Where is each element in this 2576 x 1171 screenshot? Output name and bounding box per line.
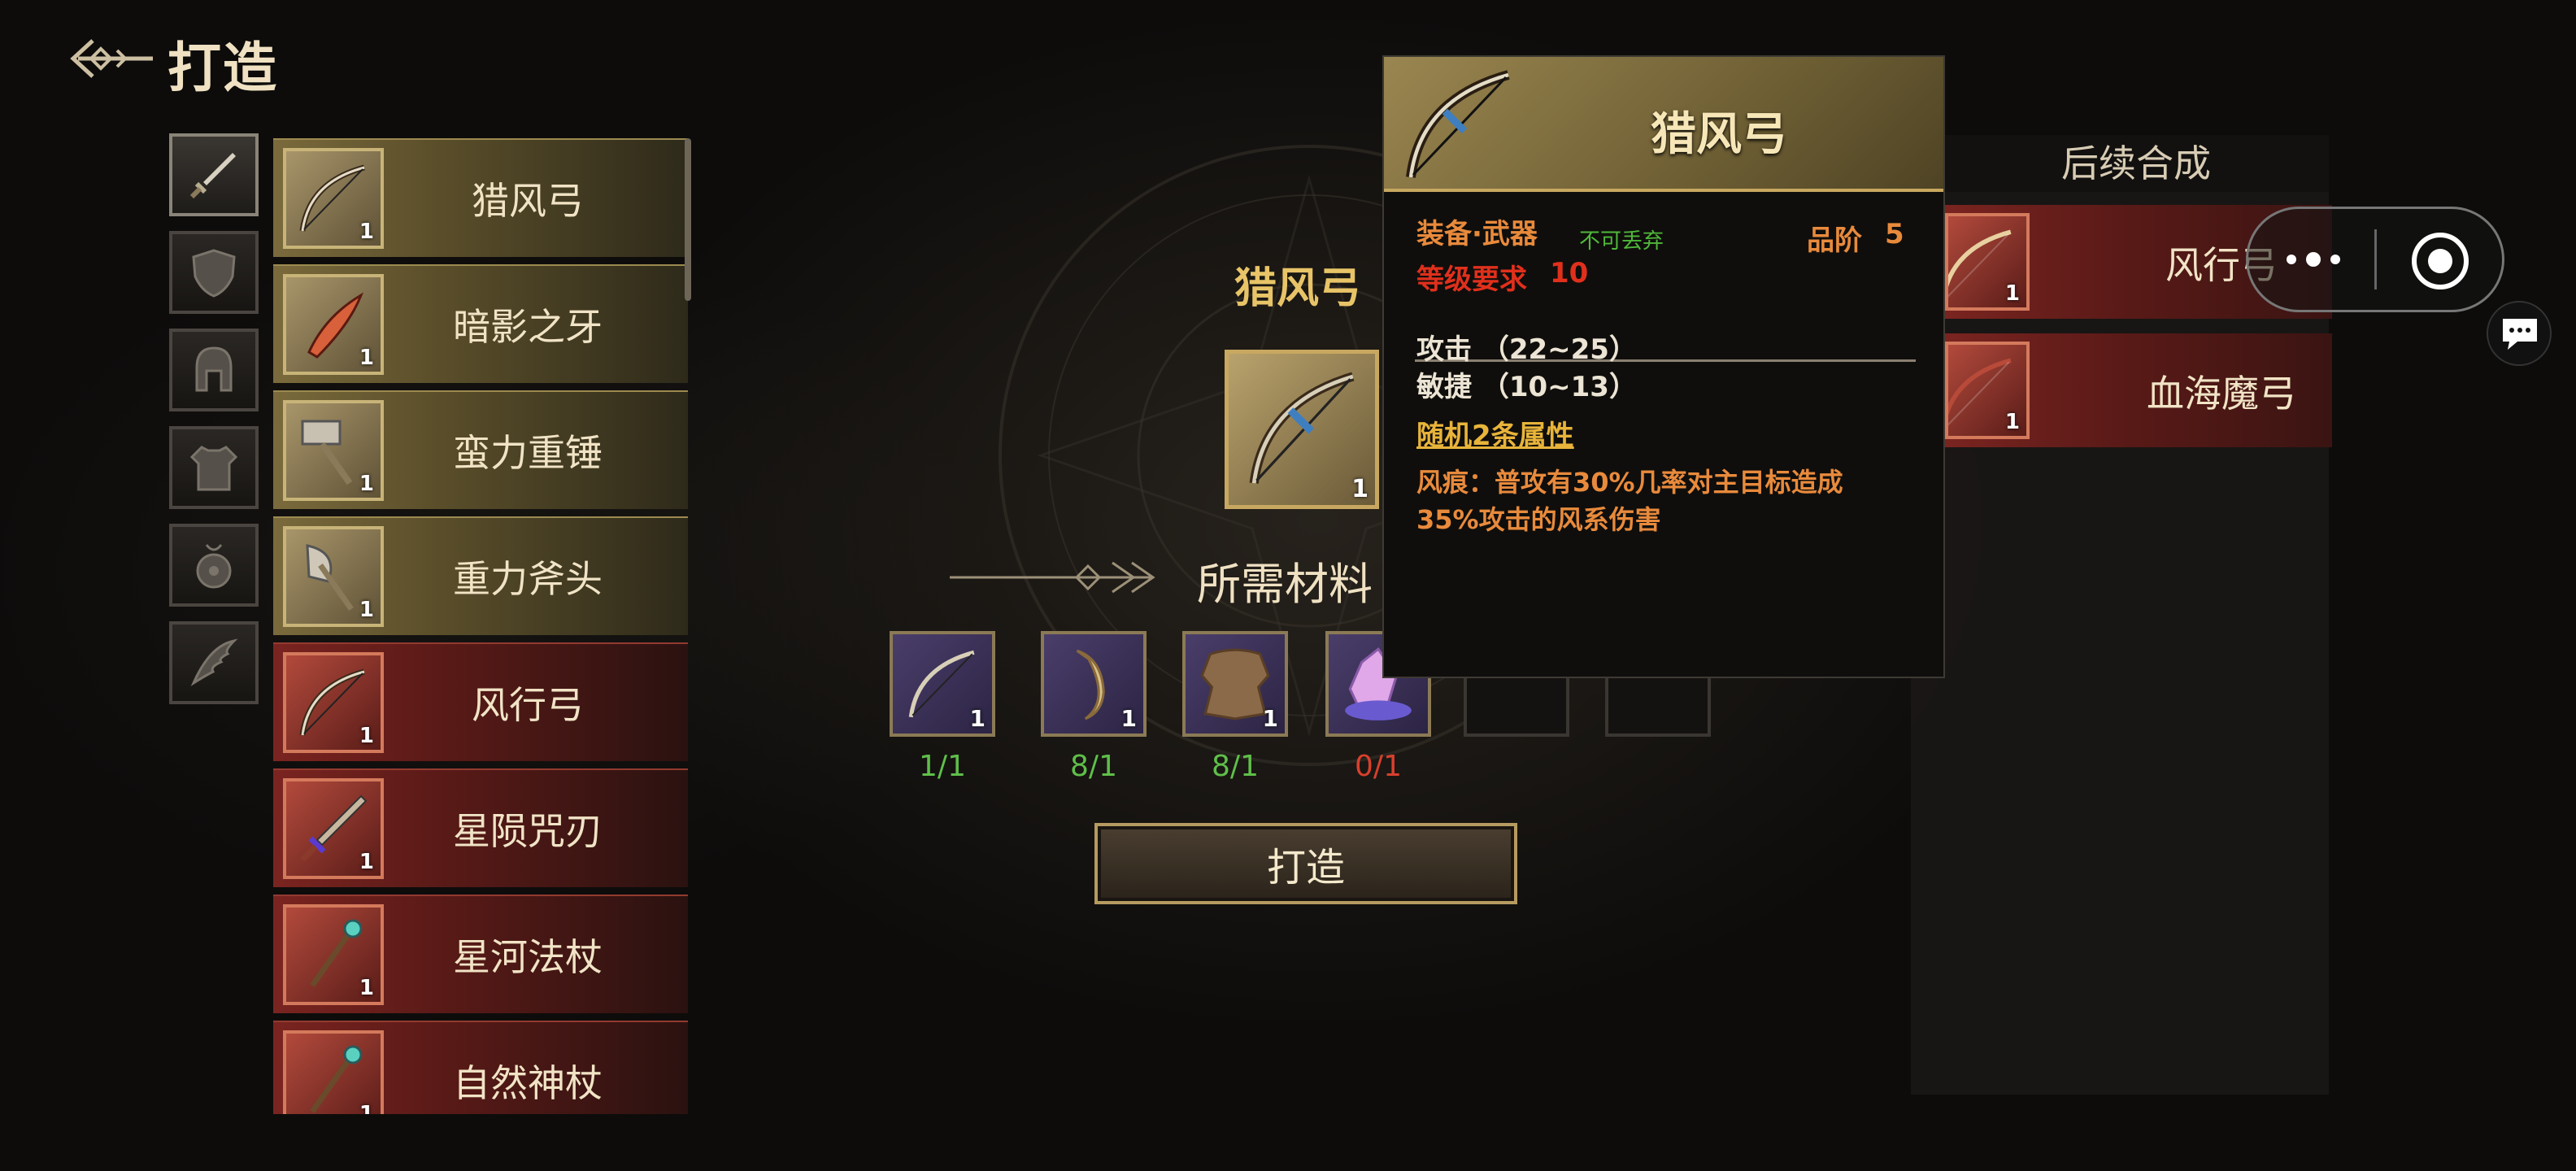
recipe-qty: 1 [359,724,374,748]
recipe-thumb: 1 [283,526,384,627]
tooltip-level: 10 [1550,257,1589,289]
amulet-icon [196,544,232,589]
tab-armor[interactable] [169,426,259,509]
recipe-name: 猎风弓 [472,179,584,223]
tab-amulet[interactable] [169,524,259,607]
tooltip-grade: 5 [1885,218,1904,250]
bow-icon [1406,70,1510,178]
next-item-name: 血海魔弓 [2147,372,2296,416]
page-title: 打造 [168,37,278,99]
more-options-icon[interactable] [2269,229,2358,289]
recipe-row[interactable]: 1 重力斧头 [273,516,688,635]
recipe-thumb: 1 [283,400,384,501]
recipe-qty: 1 [359,976,374,1000]
tab-shield[interactable] [169,231,259,314]
material-count-2: 8/1 [1070,750,1117,783]
next-item-qty: 1 [2004,281,2020,306]
recipe-qty: 1 [359,850,374,874]
tooltip-random-attr: 随机2条属性 [1416,420,1574,452]
chat-icon[interactable] [2487,301,2552,366]
material-count-4: 0/1 [1355,750,1402,783]
recipe-row[interactable]: 1 自然神杖 [273,1021,688,1114]
tab-helmet[interactable] [169,329,259,411]
craft-item-name: 猎风弓 [1234,264,1362,313]
craft-button[interactable]: 打造 [1094,823,1517,904]
recipe-thumb: 1 [283,148,384,249]
tooltip-skill-line1: 风痕：普攻有30%几率对主目标造成 [1416,467,1843,498]
craft-item-qty: 1 [1351,475,1368,503]
recipe-row[interactable]: 1 星陨咒刃 [273,768,688,887]
recipe-qty: 1 [359,472,374,496]
tooltip-title: 猎风弓 [1651,108,1787,161]
recipe-name: 星陨咒刃 [453,809,603,853]
tooltip-grade-label: 品阶 [1807,224,1862,257]
tooltip-stat-attack: 攻击 （22~25） [1416,333,1637,366]
material-count-1: 1/1 [919,750,966,783]
next-item-thumb: 1 [1945,342,2030,439]
craft-item-preview[interactable]: 1 [1225,350,1379,509]
tooltip-level-label: 等级要求 [1416,263,1527,296]
recipe-qty: 1 [359,598,374,622]
bow-icon [1249,372,1355,484]
recipe-thumb: 1 [283,1030,384,1114]
recipe-row[interactable]: 1 风行弓 [273,642,688,761]
tooltip-no-drop: 不可丢弃 [1579,229,1664,254]
material-count-3: 8/1 [1212,750,1259,783]
materials-title: 所需材料 [1197,559,1373,610]
tooltip-skill-line2: 35%攻击的风系伤害 [1416,504,1661,535]
sword-icon [189,153,236,199]
close-program-icon[interactable] [2412,233,2469,289]
shield-icon [192,249,236,298]
next-item-thumb: 1 [1945,213,2030,311]
recipe-thumb: 1 [283,274,384,375]
material-slot-2[interactable]: 1 [1041,631,1147,737]
recipe-list[interactable]: 1 猎风弓 1 暗影之牙 1 蛮力重锤 1 重力斧头 1 风行弓 1 星陨咒刃 1 星河法杖 1 自然神杖 [273,138,694,1114]
item-tooltip: 猎风弓 装备·武器 不可丢弃 品阶 5 等级要求 10 攻击 （22~25） 敏… [1382,55,1945,678]
tooltip-stat-agility: 敏捷 （10~13） [1416,371,1637,403]
arrow-ornament-icon [950,561,1155,594]
helmet-icon [195,346,233,392]
recipe-name: 蛮力重锤 [453,431,603,475]
tooltip-type: 装备·武器 [1416,218,1538,250]
material-slot-1[interactable]: 1 [890,631,995,737]
tab-wing[interactable] [169,621,259,704]
recipe-thumb: 1 [283,652,384,753]
recipe-row[interactable]: 1 暗影之牙 [273,264,688,383]
recipe-name: 星河法杖 [453,935,603,979]
recipe-qty: 1 [359,346,374,370]
next-synthesis-header: 后续合成 [1943,135,2329,192]
recipe-qty: 1 [359,220,374,244]
capsule-divider [2374,229,2377,289]
tooltip-header: 猎风弓 [1384,57,1943,192]
back-arrow-icon[interactable] [68,34,158,83]
material-slot-3[interactable]: 1 [1182,631,1288,737]
recipe-list-scrollbar[interactable] [685,138,691,301]
armor-icon [189,446,238,491]
wing-icon [190,638,238,686]
recipe-thumb: 1 [283,778,384,879]
tab-weapon[interactable] [169,133,259,216]
recipe-row[interactable]: 1 蛮力重锤 [273,390,688,509]
recipe-name: 自然神杖 [453,1061,603,1105]
recipe-thumb: 1 [283,904,384,1005]
recipe-name: 风行弓 [472,683,584,727]
material-qty: 1 [1120,705,1137,732]
recipe-name: 重力斧头 [453,557,603,601]
recipe-row[interactable]: 1 猎风弓 [273,138,688,257]
recipe-qty: 1 [359,1102,374,1114]
recipe-name: 暗影之牙 [453,305,603,349]
material-qty: 1 [969,705,986,732]
chat-bubble-icon [2503,319,2537,350]
next-item-2[interactable]: 1 血海魔弓 [1945,333,2332,447]
material-qty: 1 [1262,705,1278,732]
recipe-row[interactable]: 1 星河法杖 [273,895,688,1013]
next-item-qty: 1 [2004,410,2020,434]
